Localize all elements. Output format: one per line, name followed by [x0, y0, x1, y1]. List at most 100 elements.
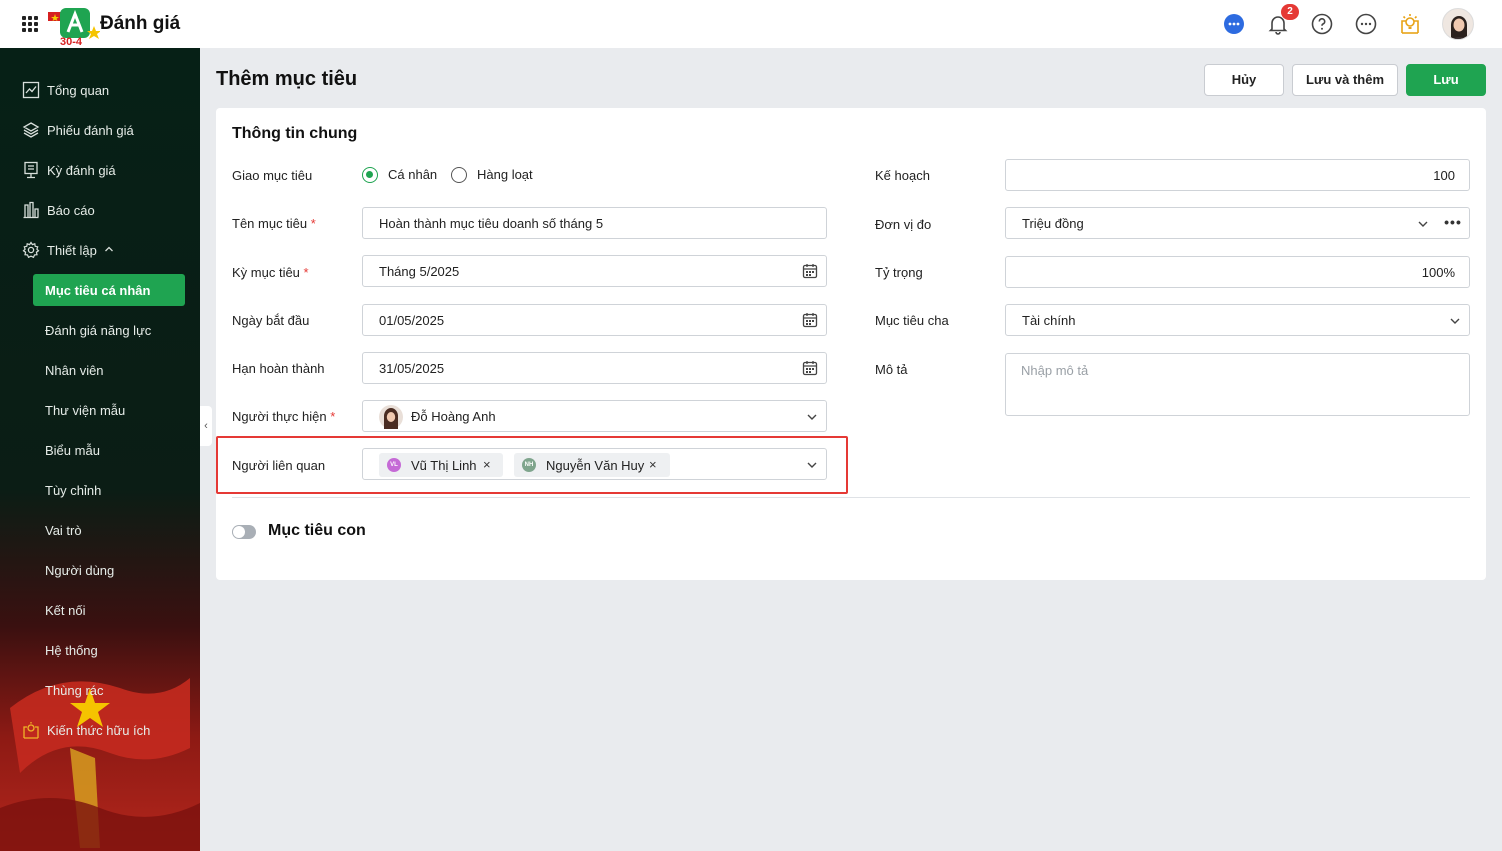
goal-period-label: Kỳ mục tiêu *: [232, 265, 309, 280]
nav-tuy-chinh[interactable]: Tùy chỉnh: [0, 474, 200, 506]
nav-label: Biểu mẫu: [45, 443, 100, 458]
related-people-select[interactable]: VL Vũ Thị Linh × NH Nguyễn Văn Huy ×: [362, 448, 827, 480]
help-icon[interactable]: [1310, 12, 1334, 36]
related-person-avatar: NH: [522, 458, 536, 472]
nav-bieu-mau[interactable]: Biểu mẫu: [0, 434, 200, 466]
due-date-input[interactable]: 31/05/2025: [362, 352, 827, 384]
assign-label: Giao mục tiêu: [232, 168, 313, 183]
nav-muc-tieu-ca-nhan[interactable]: Mục tiêu cá nhân: [33, 274, 185, 306]
nav-thung-rac[interactable]: Thùng rác: [0, 674, 200, 706]
description-placeholder: Nhập mô tả: [1021, 363, 1089, 378]
user-avatar[interactable]: [1442, 8, 1474, 40]
remove-chip-icon[interactable]: ×: [483, 457, 491, 472]
save-button[interactable]: Lưu: [1406, 64, 1486, 96]
weight-input[interactable]: 100%: [1005, 256, 1470, 288]
app-grid-icon[interactable]: [22, 16, 38, 32]
nav-label: Thư viện mẫu: [45, 403, 126, 418]
sub-goals-title: Mục tiêu con: [268, 522, 366, 539]
weight-label: Tỷ trọng: [875, 265, 923, 280]
nav-label: Vai trò: [45, 523, 82, 538]
nav-label: Thùng rác: [45, 683, 104, 698]
goal-name-input[interactable]: Hoàn thành mục tiêu doanh số tháng 5: [362, 207, 827, 239]
sidebar: Tổng quan Phiếu đánh giá Kỳ đánh giá Báo…: [0, 48, 200, 851]
sidebar-collapse-handle[interactable]: ‹: [200, 406, 212, 446]
top-bar: 30-4 Đánh giá 2: [0, 0, 1502, 48]
nav-ky-danh-gia[interactable]: Kỳ đánh giá: [0, 154, 200, 186]
related-person-chip: VL Vũ Thị Linh ×: [379, 453, 503, 477]
report-icon: [23, 201, 39, 219]
lightbulb-icon: [23, 722, 39, 739]
goal-period-value: Tháng 5/2025: [379, 264, 460, 279]
nav-nhan-vien[interactable]: Nhân viên: [0, 354, 200, 386]
app-title: Đánh giá: [100, 13, 181, 34]
related-person-chip: NH Nguyễn Văn Huy ×: [514, 453, 670, 477]
nav-phieu-danh-gia[interactable]: Phiếu đánh giá: [0, 114, 200, 146]
goal-period-input[interactable]: Tháng 5/2025: [362, 255, 827, 287]
nav-thiet-lap[interactable]: Thiết lập: [0, 234, 200, 266]
page-title: Thêm mục tiêu: [216, 68, 358, 90]
layers-icon: [22, 122, 40, 138]
nav-tong-quan[interactable]: Tổng quan: [0, 74, 200, 106]
sub-goals-toggle[interactable]: [232, 525, 256, 539]
nav-bao-cao[interactable]: Báo cáo: [0, 194, 200, 226]
nav-he-thong[interactable]: Hệ thống: [0, 634, 200, 666]
chevron-down-icon: [807, 414, 817, 420]
radio-bulk-label[interactable]: Hàng loạt: [477, 167, 533, 182]
nav-label: Tổng quan: [47, 83, 110, 98]
nav-ket-noi[interactable]: Kết nối: [0, 594, 200, 626]
nav-label: Người dùng: [45, 563, 115, 578]
description-textarea[interactable]: Nhập mô tả: [1005, 353, 1470, 416]
related-person-name: Nguyễn Văn Huy: [546, 458, 645, 473]
radio-individual-label[interactable]: Cá nhân: [388, 167, 437, 182]
assignee-select[interactable]: Đỗ Hoàng Anh: [362, 400, 827, 432]
assignee-avatar: [379, 405, 403, 429]
lightbulb-icon[interactable]: [1398, 12, 1422, 36]
nav-label: Kết nối: [45, 603, 86, 618]
plan-input[interactable]: 100: [1005, 159, 1470, 191]
period-icon: [24, 161, 38, 179]
radio-individual[interactable]: [362, 167, 378, 183]
nav-thu-vien-mau[interactable]: Thư viện mẫu: [0, 394, 200, 426]
weight-value: 100%: [1421, 265, 1455, 280]
calendar-icon[interactable]: [802, 263, 818, 279]
calendar-icon[interactable]: [802, 360, 818, 376]
unit-label: Đơn vị đo: [875, 217, 932, 232]
general-info-card: Thông tin chung Giao mục tiêu Cá nhân Hà…: [216, 108, 1486, 580]
goal-name-label: Tên mục tiêu *: [232, 216, 316, 231]
section-title: Thông tin chung: [232, 125, 358, 142]
nav-vai-tro[interactable]: Vai trò: [0, 514, 200, 546]
calendar-icon[interactable]: [802, 312, 818, 328]
unit-select[interactable]: Triệu đồng: [1005, 207, 1438, 239]
app-logo: 30-4: [48, 8, 100, 46]
chat-icon[interactable]: [1222, 12, 1246, 36]
remove-chip-icon[interactable]: ×: [649, 457, 657, 472]
more-icon[interactable]: [1354, 12, 1378, 36]
nav-nguoi-dung[interactable]: Người dùng: [0, 554, 200, 586]
nav-label: Mục tiêu cá nhân: [45, 283, 151, 298]
nav-label: Phiếu đánh giá: [47, 123, 134, 138]
parent-goal-value: Tài chính: [1022, 313, 1076, 328]
related-person-name: Vũ Thị Linh: [411, 458, 477, 473]
parent-goal-select[interactable]: Tài chính: [1005, 304, 1470, 336]
radio-bulk[interactable]: [451, 167, 467, 183]
chevron-up-icon: [105, 246, 113, 252]
start-date-label: Ngày bắt đầu: [232, 313, 310, 328]
save-and-add-button[interactable]: Lưu và thêm: [1292, 64, 1398, 96]
nav-label: Báo cáo: [47, 203, 95, 218]
divider: [232, 497, 1470, 498]
due-date-value: 31/05/2025: [379, 361, 445, 376]
nav-label: Đánh giá năng lực: [45, 323, 152, 338]
unit-more-button[interactable]: •••: [1437, 207, 1470, 239]
plan-value: 100: [1433, 168, 1455, 183]
due-date-label: Hạn hoàn thành: [232, 361, 325, 376]
cancel-button[interactable]: Hủy: [1204, 64, 1284, 96]
nav-label: Kỳ đánh giá: [47, 163, 116, 178]
nav-kien-thuc-huu-ich[interactable]: Kiến thức hữu ích: [0, 714, 200, 746]
assignee-label: Người thực hiện *: [232, 409, 336, 424]
start-date-input[interactable]: 01/05/2025: [362, 304, 827, 336]
nav-label: Hệ thống: [45, 643, 98, 658]
chart-icon: [22, 81, 40, 99]
nav-danh-gia-nang-luc[interactable]: Đánh giá năng lực: [0, 314, 200, 346]
nav-label: Nhân viên: [45, 363, 104, 378]
start-date-value: 01/05/2025: [379, 313, 445, 328]
